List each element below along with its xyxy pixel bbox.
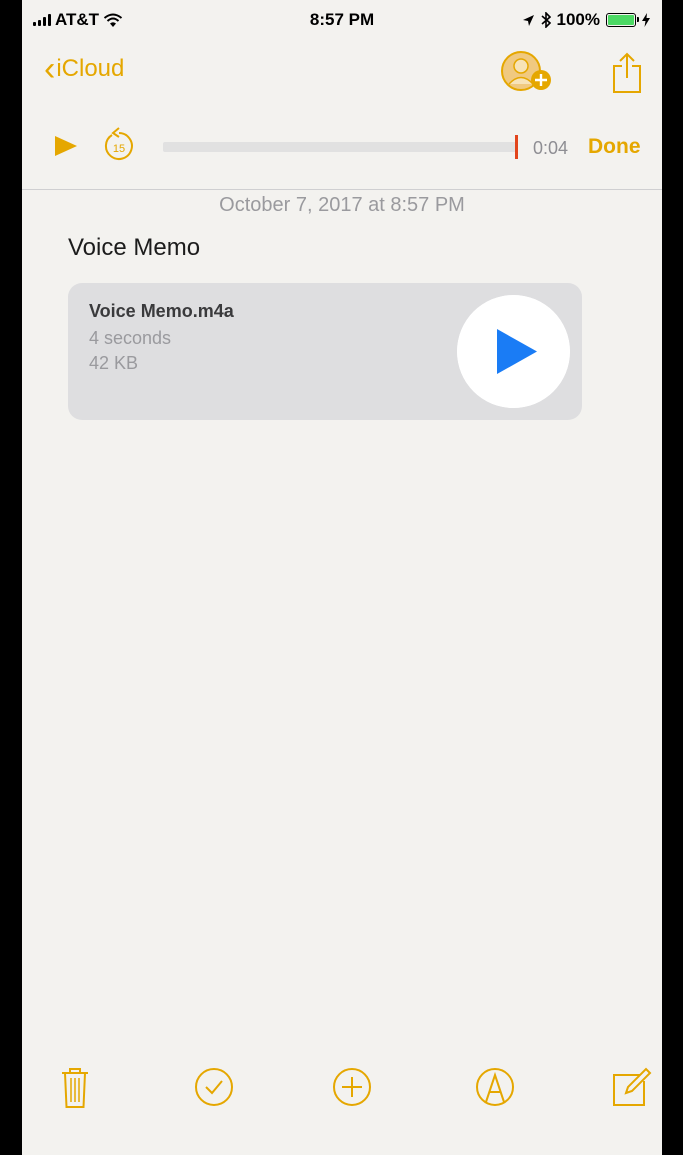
back-label: iCloud (56, 55, 125, 82)
compose-icon[interactable] (610, 1065, 654, 1109)
sketch-icon[interactable] (473, 1065, 517, 1109)
trash-icon[interactable] (53, 1065, 97, 1109)
location-arrow-icon (522, 14, 534, 26)
audio-attachment[interactable]: Voice Memo.m4a 4 seconds 42 KB (68, 283, 582, 420)
bluetooth-icon (540, 12, 551, 28)
add-people-icon[interactable] (500, 50, 554, 94)
attachment-size: 42 KB (89, 353, 139, 373)
back-button[interactable]: ‹ iCloud (44, 52, 124, 86)
attachment-duration: 4 seconds (89, 328, 172, 348)
notes-screen: AT&T 8:57 PM 100% ‹ iCloud 15 0:04 Done … (22, 0, 662, 1155)
charging-icon (642, 13, 650, 27)
share-icon[interactable] (610, 52, 644, 94)
attachment-filename: Voice Memo.m4a (89, 301, 234, 321)
done-button[interactable]: Done (588, 135, 641, 159)
status-bar: AT&T 8:57 PM 100% (22, 0, 662, 40)
attachment-play-button[interactable] (457, 295, 570, 408)
skip-back-icon[interactable]: 15 (102, 126, 136, 164)
battery-icon (606, 13, 639, 27)
playhead[interactable] (515, 135, 518, 159)
skip-seconds-label: 15 (113, 143, 125, 155)
checklist-icon[interactable] (192, 1065, 236, 1109)
audio-player: 15 0:04 Done (22, 118, 662, 178)
status-right: 100% (522, 10, 650, 30)
divider (22, 189, 662, 190)
progress-track[interactable] (163, 142, 517, 152)
play-icon[interactable] (53, 134, 79, 158)
note-date: October 7, 2017 at 8:57 PM (219, 194, 465, 216)
add-icon[interactable] (330, 1065, 374, 1109)
note-title[interactable]: Voice Memo (68, 234, 200, 262)
chevron-left-icon: ‹ (44, 50, 56, 88)
elapsed-time: 0:04 (533, 138, 569, 158)
battery-percent: 100% (556, 10, 600, 29)
